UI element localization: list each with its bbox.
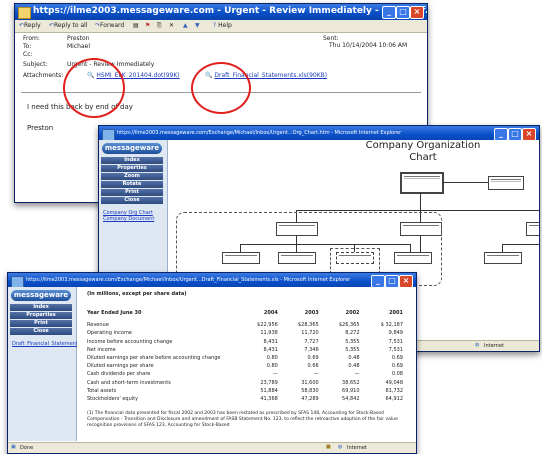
sent-label: Sent: xyxy=(323,35,339,42)
selection-outline xyxy=(330,248,380,274)
minimize-icon[interactable]: _ xyxy=(382,6,396,19)
footnote: (1) The financial data presented for fis… xyxy=(87,411,398,428)
reply-button[interactable]: ↶Reply xyxy=(19,22,41,30)
table-row: Total assets 51,884 58,830 69,910 81,732 xyxy=(87,387,403,394)
connector-line xyxy=(442,182,488,183)
help-button[interactable]: ? Help xyxy=(213,22,232,30)
nav-properties-button[interactable]: Properties xyxy=(10,312,72,319)
connector-line xyxy=(420,192,421,210)
chart-box-assistant[interactable] xyxy=(488,176,524,190)
sidebar-link-document[interactable]: Company Document xyxy=(103,216,154,222)
close-icon[interactable]: × xyxy=(410,6,424,19)
table-row: Revenue $22,956 $28,365 $26,365 $ 32,187 xyxy=(87,322,403,329)
table-row: Diluted earnings per share 0.80 0.66 0.48 0.… xyxy=(87,363,403,370)
nav-zoom-button[interactable]: Zoom xyxy=(101,173,163,180)
page-icon: ▣ xyxy=(11,444,16,450)
table-header-row: Year Ended June 30 2004 2003 2002 2001 xyxy=(85,309,405,317)
email-title-bar[interactable]: https://ilme2003.messageware.com - Urgen… xyxy=(15,4,427,20)
column-header: 2001 xyxy=(389,310,403,317)
globe-icon: ◍ xyxy=(475,342,480,348)
from-label: From: xyxy=(23,35,40,42)
fin-window-title: https://ilme2003.messageware.com/Exchang… xyxy=(26,277,351,283)
next-item-icon[interactable]: ▼ xyxy=(195,22,200,30)
nav-close-button[interactable]: Close xyxy=(101,197,163,204)
to-label: To: xyxy=(23,43,32,50)
table-caption: (In millions, except per share data) xyxy=(87,291,187,297)
table-row: Cash and short-term investments 23,789 31,… xyxy=(87,379,403,386)
nav-index-button[interactable]: Index xyxy=(101,157,163,164)
messageware-logo: messageware xyxy=(11,290,71,301)
cc-label: Cc: xyxy=(23,51,33,58)
move-icon[interactable]: ⎘ xyxy=(157,22,162,30)
nav-print-button[interactable]: Print xyxy=(101,189,163,196)
sent-value: Thu 10/14/2004 10:06 AM xyxy=(329,42,408,49)
fin-sidebar: messageware Index Properties Print Close… xyxy=(8,287,89,441)
email-window-title: https://ilme2003.messageware.com - Urgen… xyxy=(33,6,427,16)
subject-label: Subject: xyxy=(23,61,48,68)
nav-print-button[interactable]: Print xyxy=(10,320,72,327)
financial-window: https://ilme2003.messageware.com/Exchang… xyxy=(7,272,417,454)
org-window-title: https://ilme2003.messageware.com/Exchang… xyxy=(117,130,402,136)
flag-icon[interactable]: ⚑ xyxy=(145,22,150,30)
connector-line xyxy=(502,244,503,252)
table-row: Stockholders' equity 41,368 47,289 54,842 64… xyxy=(87,395,403,402)
delete-icon[interactable]: ✕ xyxy=(169,22,174,30)
nav-properties-button[interactable]: Properties xyxy=(101,165,163,172)
globe-icon: ◍ xyxy=(338,444,343,450)
attachments-label: Attachments: xyxy=(23,72,64,79)
messageware-logo: messageware xyxy=(102,143,162,154)
column-header: 2003 xyxy=(304,310,319,317)
fin-status-bar: ▣ Done ■ ◍ Internet xyxy=(8,442,416,453)
connector-line xyxy=(296,210,539,211)
chart-box-ceo[interactable] xyxy=(400,172,444,194)
column-header: 2002 xyxy=(345,310,360,317)
chart-box-director-c[interactable] xyxy=(526,222,539,236)
nav-index-button[interactable]: Index xyxy=(10,304,72,311)
from-value: Preston xyxy=(67,35,90,42)
lock-icon: ■ xyxy=(326,444,331,450)
table-row: Diluted earnings per share before accoun… xyxy=(87,355,403,362)
org-status-zone: Internet xyxy=(484,343,504,349)
table-row: Income before accounting change 8,431 7,72… xyxy=(87,338,403,345)
nav-rotate-button[interactable]: Rotate xyxy=(101,181,163,188)
connector-line xyxy=(502,244,539,245)
envelope-icon xyxy=(18,7,31,19)
org-chart-heading: Company Organization Chart xyxy=(365,140,481,163)
chart-box-manager[interactable] xyxy=(484,252,522,264)
fin-status-zone: Internet xyxy=(347,445,367,451)
table-row: Operating income 11,938 11,720 8,272 9,849 xyxy=(87,330,403,337)
table-row: Cash dividends per share — — —0.08 xyxy=(87,371,403,378)
previous-item-icon[interactable]: ▲ xyxy=(183,22,188,30)
help-icon: ? xyxy=(213,22,217,29)
status-done: Done xyxy=(20,445,34,451)
attachment-highlight-circle xyxy=(191,62,251,114)
table-row: Net income 8,431 7,346 5,355 7,531 xyxy=(87,346,403,353)
to-value: Michael xyxy=(67,43,90,50)
column-header: 2004 xyxy=(263,310,278,317)
print-icon[interactable]: ▤ xyxy=(133,22,139,30)
column-header: Year Ended June 30 xyxy=(87,310,142,317)
reply-all-button[interactable]: ↶Reply to all xyxy=(49,22,88,30)
nav-close-button[interactable]: Close xyxy=(10,328,72,335)
email-toolbar: ↶Reply ↶Reply to all ↷Forward ▤ ⚑ ⎘ ✕ ▲ … xyxy=(15,20,427,33)
financial-table: Year Ended June 30 2004 2003 2002 2001 R… xyxy=(85,309,405,403)
signature: Preston xyxy=(27,124,54,132)
forward-button[interactable]: ↷Forward xyxy=(95,22,124,30)
financial-content: (In millions, except per share data) Yea… xyxy=(77,287,416,442)
maximize-icon[interactable]: □ xyxy=(396,6,410,19)
attachment-highlight-circle xyxy=(63,58,125,118)
